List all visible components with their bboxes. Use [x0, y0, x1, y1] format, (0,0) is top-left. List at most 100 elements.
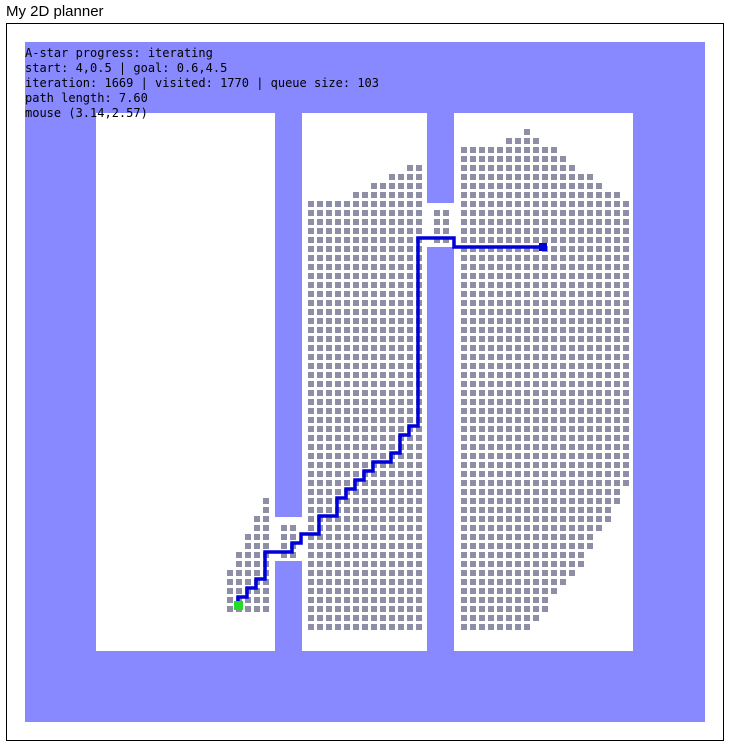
visited-cell	[542, 336, 548, 342]
visited-cell	[497, 201, 503, 207]
visited-cell	[524, 147, 530, 153]
visited-cell	[596, 498, 602, 504]
visited-cell	[551, 300, 557, 306]
visited-cell	[443, 219, 449, 225]
visited-cell	[353, 390, 359, 396]
visited-cell	[488, 264, 494, 270]
visited-cell	[326, 489, 332, 495]
visited-cell	[515, 462, 521, 468]
visited-cell	[515, 588, 521, 594]
visited-cell	[605, 444, 611, 450]
visited-cell	[497, 408, 503, 414]
visited-cell	[398, 291, 404, 297]
visited-cell	[506, 165, 512, 171]
visited-cell	[488, 408, 494, 414]
visited-cell	[317, 237, 323, 243]
visited-cell	[362, 444, 368, 450]
visited-cell	[587, 399, 593, 405]
visited-cell	[236, 570, 242, 576]
visited-cell	[569, 255, 575, 261]
visited-cell	[479, 552, 485, 558]
visited-cell	[335, 561, 341, 567]
visited-cell	[533, 219, 539, 225]
visited-cell	[623, 381, 629, 387]
visited-cell	[461, 147, 467, 153]
visited-cell	[398, 408, 404, 414]
visited-cell	[533, 489, 539, 495]
visited-cell	[371, 255, 377, 261]
visited-cell	[380, 471, 386, 477]
planner-canvas[interactable]: A-star progress: iterating start: 4,0.5 …	[0, 0, 733, 751]
visited-cell	[560, 507, 566, 513]
visited-cell	[569, 192, 575, 198]
visited-cell	[362, 372, 368, 378]
visited-cell	[371, 570, 377, 576]
visited-cell	[488, 471, 494, 477]
visited-cell	[470, 201, 476, 207]
visited-cell	[344, 201, 350, 207]
visited-cell	[407, 309, 413, 315]
visited-cell	[470, 606, 476, 612]
visited-cell	[470, 390, 476, 396]
visited-cell	[551, 570, 557, 576]
visited-cell	[551, 174, 557, 180]
visited-cell	[497, 597, 503, 603]
visited-cell	[389, 390, 395, 396]
visited-cell	[308, 300, 314, 306]
visited-cell	[317, 435, 323, 441]
visited-cell	[488, 273, 494, 279]
visited-cell	[542, 327, 548, 333]
visited-cell	[308, 273, 314, 279]
visited-cell	[569, 201, 575, 207]
visited-cell	[380, 381, 386, 387]
visited-cell	[407, 210, 413, 216]
visited-cell	[380, 588, 386, 594]
visited-cell	[578, 363, 584, 369]
visited-cell	[614, 327, 620, 333]
visited-cell	[344, 246, 350, 252]
visited-cell	[362, 381, 368, 387]
visited-cell	[488, 174, 494, 180]
visited-cell	[344, 372, 350, 378]
visited-cell	[497, 237, 503, 243]
visited-cell	[353, 507, 359, 513]
visited-cell	[326, 345, 332, 351]
visited-cell	[551, 534, 557, 540]
visited-cell	[506, 570, 512, 576]
visited-cell	[254, 516, 260, 522]
visited-cell	[398, 201, 404, 207]
visited-cell	[470, 156, 476, 162]
visited-cell	[389, 435, 395, 441]
visited-cell	[308, 570, 314, 576]
visited-cell	[623, 435, 629, 441]
visited-cell	[461, 228, 467, 234]
visited-cell	[623, 291, 629, 297]
visited-cell	[308, 336, 314, 342]
visited-cell	[569, 300, 575, 306]
visited-cell	[497, 345, 503, 351]
visited-cell	[614, 228, 620, 234]
visited-cell	[335, 372, 341, 378]
visited-cell	[344, 453, 350, 459]
visited-cell	[326, 579, 332, 585]
visited-cell	[461, 417, 467, 423]
visited-cell	[596, 210, 602, 216]
visited-cell	[515, 597, 521, 603]
visited-cell	[407, 561, 413, 567]
visited-cell	[551, 354, 557, 360]
visited-cell	[461, 516, 467, 522]
visited-cell	[551, 264, 557, 270]
visited-cell	[560, 237, 566, 243]
visited-cell	[389, 381, 395, 387]
visited-cell	[470, 543, 476, 549]
visited-cell	[326, 435, 332, 441]
visited-cell	[515, 543, 521, 549]
visited-cell	[560, 462, 566, 468]
visited-cell	[506, 579, 512, 585]
visited-cell	[578, 318, 584, 324]
visited-cell	[560, 228, 566, 234]
visited-cell	[524, 525, 530, 531]
visited-cell	[533, 390, 539, 396]
visited-cell	[560, 309, 566, 315]
visited-cell	[398, 552, 404, 558]
